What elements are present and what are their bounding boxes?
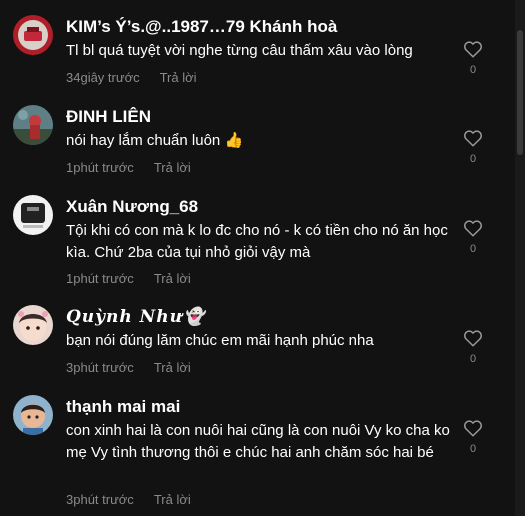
reply-button[interactable]: Trả lời <box>154 492 191 507</box>
like-count: 0 <box>469 153 477 165</box>
like-count: 0 <box>469 64 477 76</box>
reply-button[interactable]: Trả lời <box>154 271 191 286</box>
avatar[interactable] <box>13 195 53 235</box>
reply-button[interactable]: Trả lời <box>154 160 191 175</box>
comment-item: 𝑸𝒖𝒚̀𝒏𝒉 𝑵𝒉𝒖̛👻 bạn nói đúng lăm chúc em mã… <box>0 290 515 380</box>
heart-outline-icon[interactable] <box>463 329 483 347</box>
like-button[interactable]: 0 <box>462 40 484 76</box>
comment-text: con xinh hai là con nuôi hai cũng là con… <box>66 422 450 461</box>
comment-meta: 1phút trước Trả lời <box>66 160 191 176</box>
avatar[interactable] <box>13 105 53 145</box>
comment-time: 3phút trước <box>66 360 134 375</box>
comment-meta: 1phút trước Trả lời <box>66 271 191 287</box>
comment-time: 1phút trước <box>66 271 134 286</box>
like-button[interactable]: 0 <box>462 419 484 455</box>
avatar[interactable] <box>13 15 53 55</box>
heart-outline-icon[interactable] <box>463 419 483 437</box>
comments-panel: KIM’s Ý’s.@..1987…79 Khánh hoà Tl bl quá… <box>0 0 525 516</box>
comment-username[interactable]: thạnh mai mai <box>66 396 180 418</box>
comment-item: ĐINH LIÊN nói hay lắm chuẩn luôn 👍 1phút… <box>0 90 515 180</box>
comment-text: nói hay lắm chuẩn luôn 👍 <box>66 132 244 149</box>
scrollbar-thumb[interactable] <box>517 30 523 155</box>
comment-text: Tội khi có con mà k lo đc cho nó - k có … <box>66 222 448 261</box>
comment-username[interactable]: 𝑸𝒖𝒚̀𝒏𝒉 𝑵𝒉𝒖̛👻 <box>66 306 205 328</box>
heart-outline-icon[interactable] <box>463 129 483 147</box>
like-button[interactable]: 0 <box>462 219 484 255</box>
avatar[interactable] <box>13 395 53 435</box>
reply-button[interactable]: Trả lời <box>160 70 197 85</box>
like-count: 0 <box>469 243 477 255</box>
comment-time: 34giây trước <box>66 70 140 85</box>
heart-outline-icon[interactable] <box>463 40 483 58</box>
comment-item: KIM’s Ý’s.@..1987…79 Khánh hoà Tl bl quá… <box>0 0 515 90</box>
comment-meta: 34giây trước Trả lời <box>66 70 197 86</box>
comment-time: 3phút trước <box>66 492 134 507</box>
reply-button[interactable]: Trả lời <box>154 360 191 375</box>
scrollbar[interactable] <box>515 0 525 516</box>
comment-item: thạnh mai mai con xinh hai là con nuôi h… <box>0 380 515 516</box>
comment-username[interactable]: KIM’s Ý’s.@..1987…79 Khánh hoà <box>66 16 337 38</box>
comment-username[interactable]: ĐINH LIÊN <box>66 106 151 128</box>
heart-outline-icon[interactable] <box>463 219 483 237</box>
like-count: 0 <box>469 353 477 365</box>
like-button[interactable]: 0 <box>462 329 484 365</box>
comment-meta: 3phút trước Trả lời <box>66 360 191 376</box>
comment-meta: 3phút trước Trả lời <box>66 492 191 508</box>
avatar[interactable] <box>13 305 53 345</box>
comment-item: Xuân Nương_68 Tội khi có con mà k lo đc … <box>0 180 515 290</box>
comment-time: 1phút trước <box>66 160 134 175</box>
comment-username[interactable]: Xuân Nương_68 <box>66 196 198 218</box>
comment-text: Tl bl quá tuyệt vời nghe từng câu thấm x… <box>66 42 413 59</box>
comment-text: bạn nói đúng lăm chúc em mãi hạnh phúc n… <box>66 332 374 349</box>
like-button[interactable]: 0 <box>462 129 484 165</box>
like-count: 0 <box>469 443 477 455</box>
